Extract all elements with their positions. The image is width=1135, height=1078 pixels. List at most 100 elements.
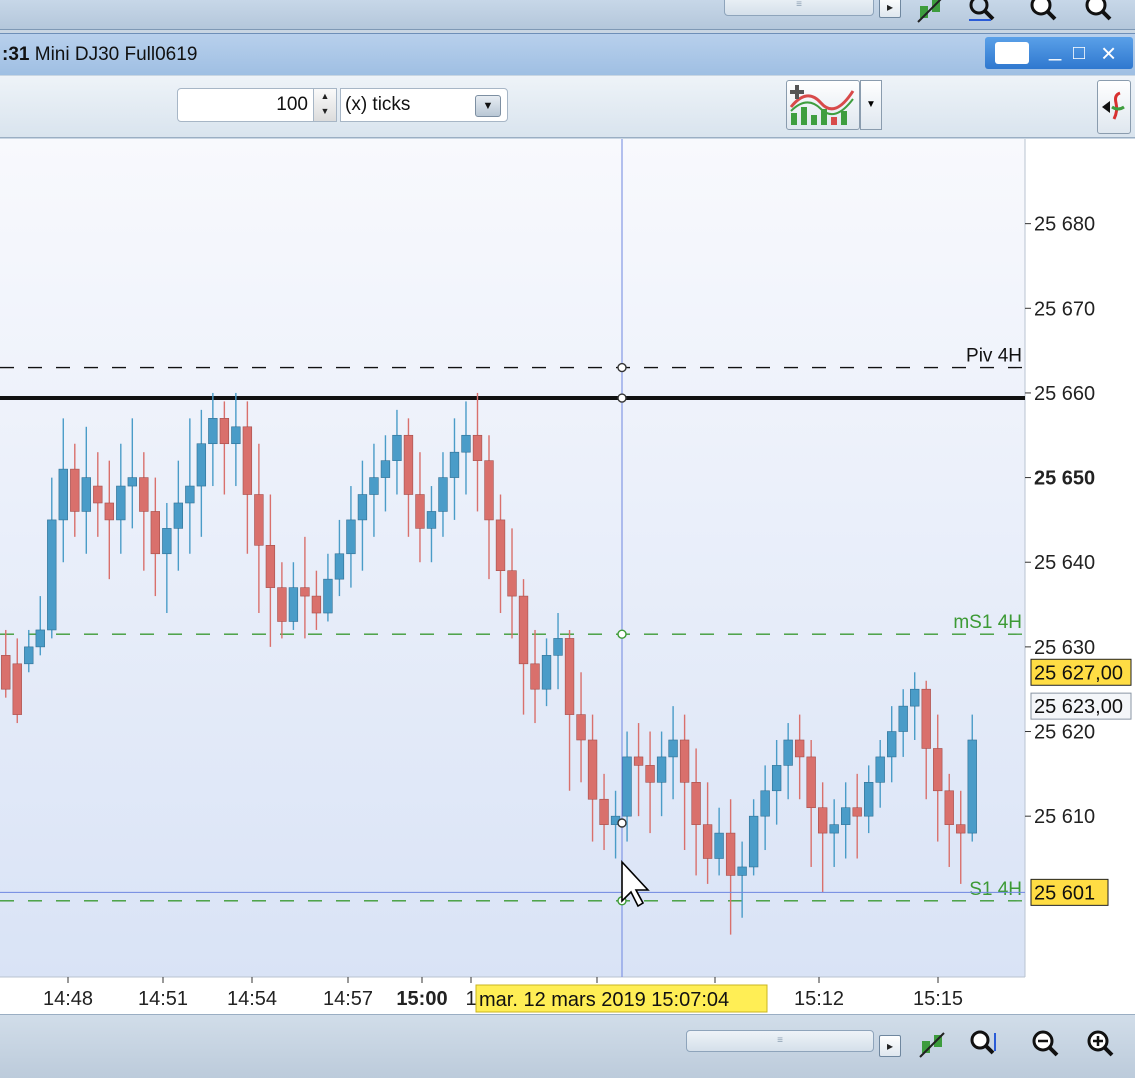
time-tick-label: 1 <box>465 988 476 1010</box>
chart-horizontal-scrollbar[interactable]: ≡ <box>686 1030 874 1052</box>
candle-body <box>1 655 11 690</box>
candle-body <box>392 434 402 461</box>
window-title-instrument: Mini DJ30 Full0619 <box>34 44 198 65</box>
add-indicator-dropdown[interactable]: ▼ <box>860 80 882 130</box>
scroll-grip: ≡ <box>796 0 802 10</box>
candle-body <box>47 519 57 631</box>
candle-body <box>24 646 34 665</box>
candle-body <box>748 815 759 868</box>
chart-bottom-toolbar: ≡ ▸ <box>0 1014 1135 1078</box>
candle-body <box>518 595 529 665</box>
candle-body <box>380 460 391 478</box>
candle-body <box>116 485 126 521</box>
parent-toolbar: ≡ ▸ <box>0 0 1135 30</box>
minimize-button[interactable]: _ <box>1049 33 1061 65</box>
candle-body <box>81 477 91 512</box>
price-tick-label: 25 660 <box>1034 383 1095 405</box>
candle-body <box>35 629 45 648</box>
price-tick-label: 25 620 <box>1034 722 1095 744</box>
candle-body <box>887 731 897 758</box>
candle-body <box>231 426 241 445</box>
candle-body <box>461 434 471 453</box>
candle-body <box>484 460 494 521</box>
candle-body <box>58 468 68 521</box>
candle-body <box>622 756 632 817</box>
candle-body <box>139 477 149 512</box>
add-indicator-button[interactable] <box>786 80 860 130</box>
zoom-out-icon[interactable] <box>1028 0 1058 22</box>
crosshair-time-label: mar. 12 mars 2019 15:07:04 <box>479 989 729 1011</box>
chart-toolbar: 100 ▲ ▼ (x) ticks ▼ ▼ <box>0 76 1135 138</box>
crosshair-level-dot <box>617 393 627 403</box>
zoom-auto-icon[interactable] <box>966 0 996 22</box>
parent-horizontal-scrollbar[interactable]: ≡ <box>724 0 874 16</box>
draw-tool-icon[interactable] <box>918 1031 948 1059</box>
candle-body <box>956 824 966 834</box>
candle-body <box>645 765 655 783</box>
candle-body <box>864 782 874 817</box>
candle-body <box>472 434 483 461</box>
candle-body <box>898 705 908 732</box>
candle-body <box>323 578 333 614</box>
crosshair-level-dot <box>617 362 627 373</box>
candle-body <box>679 739 690 783</box>
candle-body <box>553 638 563 656</box>
candle-body <box>196 443 207 487</box>
candle-body <box>449 451 460 478</box>
scroll-grip: ≡ <box>777 1035 783 1046</box>
zoom-auto-icon[interactable] <box>968 1029 998 1057</box>
candle-body <box>173 502 184 529</box>
candle-body <box>564 638 575 715</box>
candle-body <box>541 655 552 690</box>
period-count-stepper[interactable]: ▲ ▼ <box>313 88 337 122</box>
price-tick-label: 25 650 <box>1034 468 1095 490</box>
candle-body <box>944 790 954 825</box>
chart-window-titlebar: :31 Mini DJ30 Full0619 _ □ × <box>0 33 1135 75</box>
price-tick-label: 25 680 <box>1034 214 1095 236</box>
side-panel-toggle-button[interactable] <box>1097 80 1131 134</box>
zoom-out-icon[interactable] <box>1030 1029 1060 1057</box>
candle-body <box>162 528 172 555</box>
candle-body <box>576 714 586 741</box>
maximize-button[interactable]: □ <box>1073 37 1085 69</box>
draw-tool-icon[interactable] <box>916 0 946 24</box>
level-label-0: Piv 4H <box>966 346 1022 367</box>
candle-body <box>771 765 782 792</box>
time-tick-label: 15:15 <box>913 988 963 1010</box>
candle-body <box>426 511 437 529</box>
scroll-right-button[interactable]: ▸ <box>879 0 901 18</box>
crosshair-level-dot <box>617 629 627 639</box>
crosshair-candle-dot <box>617 818 627 828</box>
keyboard-icon[interactable] <box>995 42 1029 64</box>
price-chart[interactable]: Piv 4H mS1 4H S1 4H 25 680 25 670 25 660 25 6… <box>0 139 1135 1014</box>
candle-body <box>288 587 299 622</box>
candle-body <box>277 587 287 622</box>
candle-body <box>104 502 114 521</box>
candle-body <box>702 824 713 859</box>
zoom-in-icon[interactable] <box>1085 1029 1115 1057</box>
candle-body <box>967 739 977 834</box>
candle-body <box>587 739 598 800</box>
candle-body <box>806 756 816 809</box>
candle-body <box>921 688 931 749</box>
window-title-time: :31 <box>2 44 30 65</box>
zoom-in-icon[interactable] <box>1083 0 1113 22</box>
chevron-down-icon[interactable]: ▼ <box>475 95 501 117</box>
candle-body <box>150 511 161 555</box>
candle-body <box>841 807 851 825</box>
close-button[interactable]: × <box>1101 37 1116 69</box>
period-count-input[interactable]: 100 <box>177 88 315 122</box>
candle-body <box>12 663 22 715</box>
scroll-right-button[interactable]: ▸ <box>879 1035 901 1057</box>
candle-body <box>265 545 276 588</box>
candle-body <box>760 790 770 817</box>
price-marker-label-0: 25 627,00 <box>1034 662 1123 684</box>
candle-body <box>633 756 644 766</box>
period-unit-select[interactable]: (x) ticks ▼ <box>340 88 508 122</box>
price-tick-label: 25 610 <box>1034 806 1095 828</box>
add-indicator-icon <box>789 85 855 125</box>
time-tick-label: 15:12 <box>794 988 844 1010</box>
chart-canvas[interactable]: Piv 4H mS1 4H S1 4H 25 680 25 670 25 660 25 6… <box>0 139 1135 1014</box>
candle-body <box>438 477 448 512</box>
window-controls: _ □ × <box>985 36 1133 69</box>
